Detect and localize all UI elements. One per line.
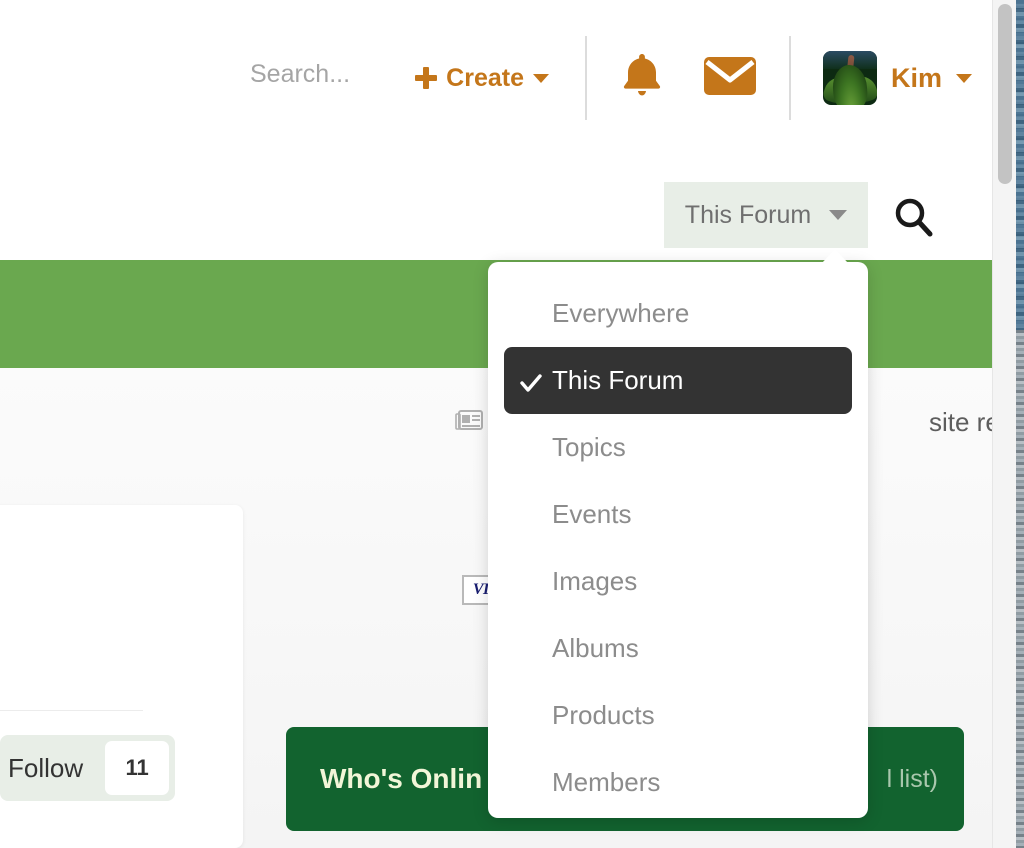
- scope-option-label: Everywhere: [552, 298, 690, 328]
- scope-option-events[interactable]: Events: [504, 481, 852, 548]
- scope-option-topics[interactable]: Topics: [504, 414, 852, 481]
- check-icon: [520, 370, 542, 392]
- dropdown-pointer-caret: [822, 249, 848, 263]
- browser-viewport: Create Kim Search... This Forum site r V…: [0, 0, 992, 848]
- scope-option-everywhere[interactable]: Everywhere: [504, 280, 852, 347]
- user-menu-button[interactable]: Kim: [822, 51, 972, 105]
- search-scope-option-list: Everywhere This Forum Topics Events Images Al…: [488, 262, 868, 818]
- scope-option-label: Members: [552, 767, 661, 797]
- follow-count-badge: 11: [105, 741, 170, 795]
- chevron-down-icon: [956, 73, 972, 83]
- avatar: [822, 51, 877, 105]
- scrollbar-thumb[interactable]: [998, 4, 1012, 184]
- scope-option-label: Images: [552, 566, 638, 596]
- scope-option-images[interactable]: Images: [504, 548, 852, 615]
- follow-label: Follow: [8, 752, 84, 783]
- scope-option-products[interactable]: Products: [504, 682, 852, 749]
- mark-site-read-label: site read: [929, 406, 992, 437]
- whos-online-title: Who's Onlin: [320, 763, 483, 794]
- divider-2: [788, 36, 791, 120]
- screen-root: Create Kim Search... This Forum site r V…: [0, 0, 1024, 848]
- search-input[interactable]: [250, 60, 650, 89]
- page-scrollbar[interactable]: [992, 0, 1016, 848]
- scope-option-label: Topics: [552, 432, 626, 462]
- scope-option-label: This Forum: [552, 365, 684, 395]
- whos-online-full-list-link[interactable]: l list): [887, 765, 938, 794]
- envelope-icon[interactable]: [703, 55, 757, 102]
- search-submit-button[interactable]: [893, 196, 935, 238]
- scope-option-this-forum[interactable]: This Forum: [504, 347, 852, 414]
- follow-button[interactable]: Follow 11: [0, 735, 176, 801]
- scope-option-label: Events: [552, 499, 632, 529]
- newspaper-icon: [455, 405, 485, 440]
- divider: [0, 710, 143, 711]
- search-scope-dropdown: Everywhere This Forum Topics Events Images Al…: [488, 262, 868, 818]
- search-scope-selector[interactable]: This Forum: [664, 182, 868, 248]
- scope-option-albums[interactable]: Albums: [504, 615, 852, 682]
- chevron-down-icon: [829, 210, 848, 220]
- username-label: Kim: [890, 62, 942, 93]
- scope-option-members[interactable]: Members: [504, 749, 852, 816]
- search-scope-label: This Forum: [684, 200, 812, 229]
- desktop-background-sliver-top: [1016, 0, 1024, 330]
- scope-option-label: Albums: [552, 633, 639, 663]
- scope-option-label: Products: [552, 700, 655, 730]
